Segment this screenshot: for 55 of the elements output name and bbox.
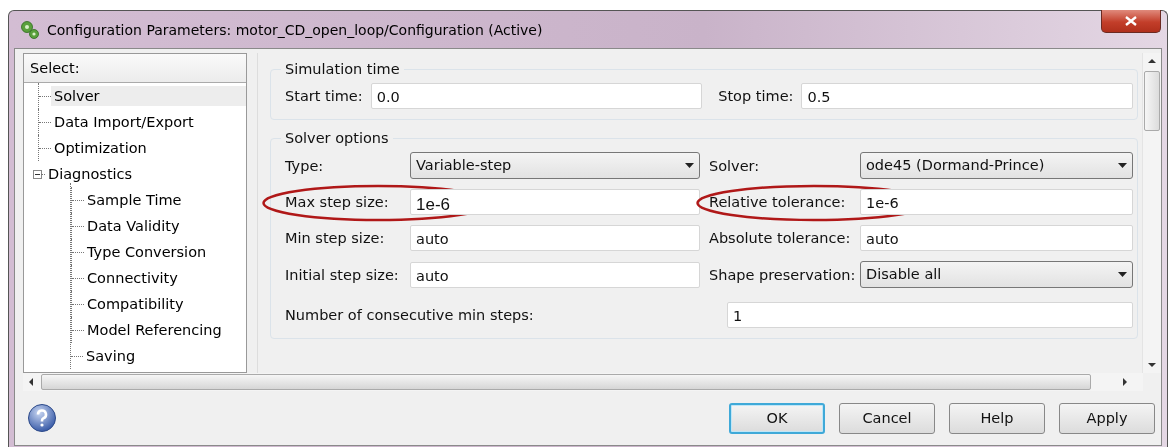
caret-icon bbox=[1118, 163, 1127, 168]
tree-item[interactable]: Data Import/Export bbox=[51, 112, 197, 132]
scroll-left-icon[interactable] bbox=[27, 378, 35, 386]
tree-item[interactable]: Connectivity bbox=[84, 268, 181, 288]
dialog-button[interactable]: Apply bbox=[1059, 402, 1155, 434]
input-field[interactable]: 1 bbox=[727, 302, 1133, 328]
close-button[interactable] bbox=[1101, 10, 1161, 33]
scrollbar-thumb[interactable] bbox=[1144, 71, 1160, 131]
field-label: Start time: bbox=[285, 88, 363, 104]
tree-item[interactable]: Sample Time bbox=[84, 190, 185, 210]
field-label: Solver: bbox=[708, 157, 761, 174]
field-label: Number of consecutive min steps: bbox=[285, 307, 535, 323]
collapse-icon[interactable] bbox=[33, 169, 42, 179]
input-field[interactable]: auto bbox=[410, 261, 700, 288]
horizontal-scrollbar[interactable] bbox=[23, 373, 1143, 391]
caret-icon bbox=[1118, 272, 1127, 277]
scroll-right-icon[interactable] bbox=[1121, 378, 1129, 386]
dropdown[interactable]: Variable-step bbox=[410, 152, 700, 179]
input-field[interactable]: 1e-6 bbox=[860, 189, 1133, 215]
caret-icon bbox=[685, 163, 694, 168]
group-title: Solver options bbox=[284, 130, 390, 146]
input-field[interactable]: 0.0 bbox=[370, 83, 703, 109]
scroll-down-icon[interactable] bbox=[1148, 361, 1156, 369]
tree-item[interactable]: Solver bbox=[51, 86, 246, 106]
tree-item[interactable]: Model Referencing bbox=[84, 320, 225, 340]
input-field[interactable]: 0.5 bbox=[801, 83, 1133, 109]
dialog-button[interactable]: Cancel bbox=[839, 402, 935, 434]
tree-item[interactable]: Optimization bbox=[51, 138, 150, 158]
input-field[interactable]: auto bbox=[860, 225, 1133, 251]
tree-item[interactable]: Type Conversion bbox=[84, 242, 210, 262]
window-title: Configuration Parameters: motor_CD_open_loop/Configuration (Active) bbox=[47, 21, 543, 38]
dropdown[interactable]: Disable all bbox=[860, 261, 1133, 288]
vertical-scrollbar[interactable] bbox=[1142, 53, 1161, 373]
scroll-up-icon[interactable] bbox=[1148, 57, 1156, 65]
field-label: Shape preservation: bbox=[708, 266, 857, 283]
scrollbar-thumb[interactable] bbox=[41, 374, 1091, 390]
field-label: Absolute tolerance: bbox=[708, 230, 852, 246]
tree-item[interactable]: Saving bbox=[83, 346, 139, 366]
tree-header: Select: bbox=[30, 59, 80, 78]
dialog-button[interactable]: Help bbox=[949, 402, 1045, 434]
close-icon bbox=[1125, 16, 1137, 26]
input-field[interactable]: 1e-6 bbox=[410, 189, 700, 215]
gears-icon bbox=[19, 18, 41, 41]
group-title: Simulation time bbox=[284, 61, 401, 77]
dropdown[interactable]: ode45 (Dormand-Prince) bbox=[860, 152, 1133, 179]
input-field[interactable]: auto bbox=[410, 225, 700, 251]
field-label: Type: bbox=[285, 157, 325, 174]
field-label: Min step size: bbox=[285, 230, 386, 246]
tree-item[interactable]: Compatibility bbox=[84, 294, 187, 314]
tree-item[interactable]: Diagnostics bbox=[45, 164, 136, 184]
field-label: Initial step size: bbox=[285, 266, 400, 283]
tree-item[interactable]: Data Validity bbox=[84, 216, 183, 236]
field-label: Stop time: bbox=[718, 88, 794, 104]
dialog-button[interactable]: OK bbox=[729, 402, 825, 434]
help-icon[interactable] bbox=[27, 403, 57, 433]
